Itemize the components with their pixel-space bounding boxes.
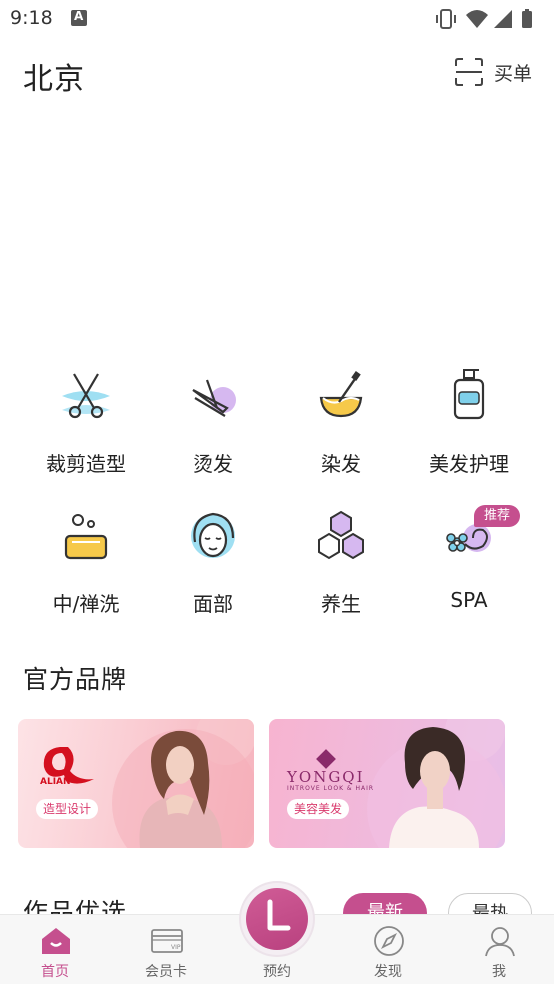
- category-item-perm[interactable]: 烫发: [146, 368, 276, 488]
- face-icon: [191, 512, 235, 558]
- category-item-hair-care[interactable]: 美发护理: [402, 368, 532, 488]
- category-item-face[interactable]: 面部: [146, 508, 276, 628]
- category-label: 面部: [193, 592, 233, 616]
- category-item-dye[interactable]: 染发: [274, 368, 404, 488]
- scan-pay-button[interactable]: 买单: [454, 56, 532, 88]
- brands-title: 官方品牌: [23, 665, 128, 694]
- vibrate-icon: [436, 9, 456, 29]
- dye-bowl-icon: [319, 371, 363, 418]
- wifi-icon: [466, 10, 488, 28]
- category-item-wash[interactable]: 中/禅洗: [19, 508, 149, 628]
- svg-text:VIP: VIP: [171, 944, 181, 951]
- user-icon: [485, 927, 515, 957]
- signal-icon: [494, 10, 512, 28]
- tab-membership-card[interactable]: VIP 会员卡: [111, 915, 221, 984]
- curling-iron-icon: [192, 379, 236, 417]
- soap-icon: [64, 514, 108, 560]
- category-label: 裁剪造型: [46, 452, 126, 476]
- tab-label: 我: [492, 964, 506, 980]
- tab-discover[interactable]: 发现: [333, 915, 443, 984]
- bottle-icon: [453, 369, 485, 420]
- recommend-badge: 推荐: [474, 505, 520, 527]
- tab-home[interactable]: 首页: [0, 915, 110, 984]
- clock-icon: [267, 899, 291, 931]
- city-selector[interactable]: 北京: [23, 54, 85, 98]
- tab-label: 会员卡: [145, 964, 187, 980]
- category-label: 美发护理: [429, 452, 509, 476]
- category-item-wellness[interactable]: 养生: [274, 508, 404, 628]
- notification-icon: [71, 9, 87, 26]
- category-label: 养生: [321, 592, 361, 616]
- category-label: SPA: [450, 588, 488, 612]
- tab-profile[interactable]: 我: [444, 915, 554, 984]
- tab-label: 首页: [41, 964, 69, 980]
- brand-tag: 美容美发: [287, 799, 350, 819]
- scissors-icon: [62, 373, 110, 419]
- status-time: 9:18: [10, 7, 53, 29]
- category-label: 烫发: [193, 452, 233, 476]
- scan-icon: [454, 58, 483, 86]
- yongqi-logo-emblem: [316, 749, 336, 769]
- battery-icon: [522, 11, 532, 28]
- category-item-haircut[interactable]: 裁剪造型: [19, 368, 149, 488]
- brand-tag: 造型设计: [36, 799, 99, 819]
- brand-card-yongqi[interactable]: YONGQI INTROVE LOOK & HAIR 美容美发: [269, 719, 505, 848]
- scan-pay-label: 买单: [493, 62, 532, 85]
- yongqi-logo-text: YONGQI: [287, 768, 365, 786]
- category-label: 中/禅洗: [52, 592, 120, 616]
- alian-logo-text: ALIAN: [40, 777, 71, 787]
- status-bar: 9:18: [0, 0, 554, 36]
- home-icon: [42, 928, 70, 954]
- category-label: 染发: [321, 452, 361, 476]
- compass-icon: [374, 926, 404, 956]
- tab-label: 发现: [374, 964, 402, 980]
- hexagon-icon: [318, 510, 364, 560]
- booking-button[interactable]: [241, 883, 313, 955]
- vip-card-icon: VIP: [151, 929, 183, 953]
- header: 北京 买单: [0, 44, 554, 104]
- yongqi-logo-subtitle: INTROVE LOOK & HAIR: [287, 785, 375, 792]
- tab-label: 预约: [263, 964, 291, 980]
- status-icons: [436, 9, 532, 29]
- brand-card-alian[interactable]: ALIAN 造型设计: [18, 719, 254, 848]
- booking-button-circle[interactable]: [246, 888, 308, 950]
